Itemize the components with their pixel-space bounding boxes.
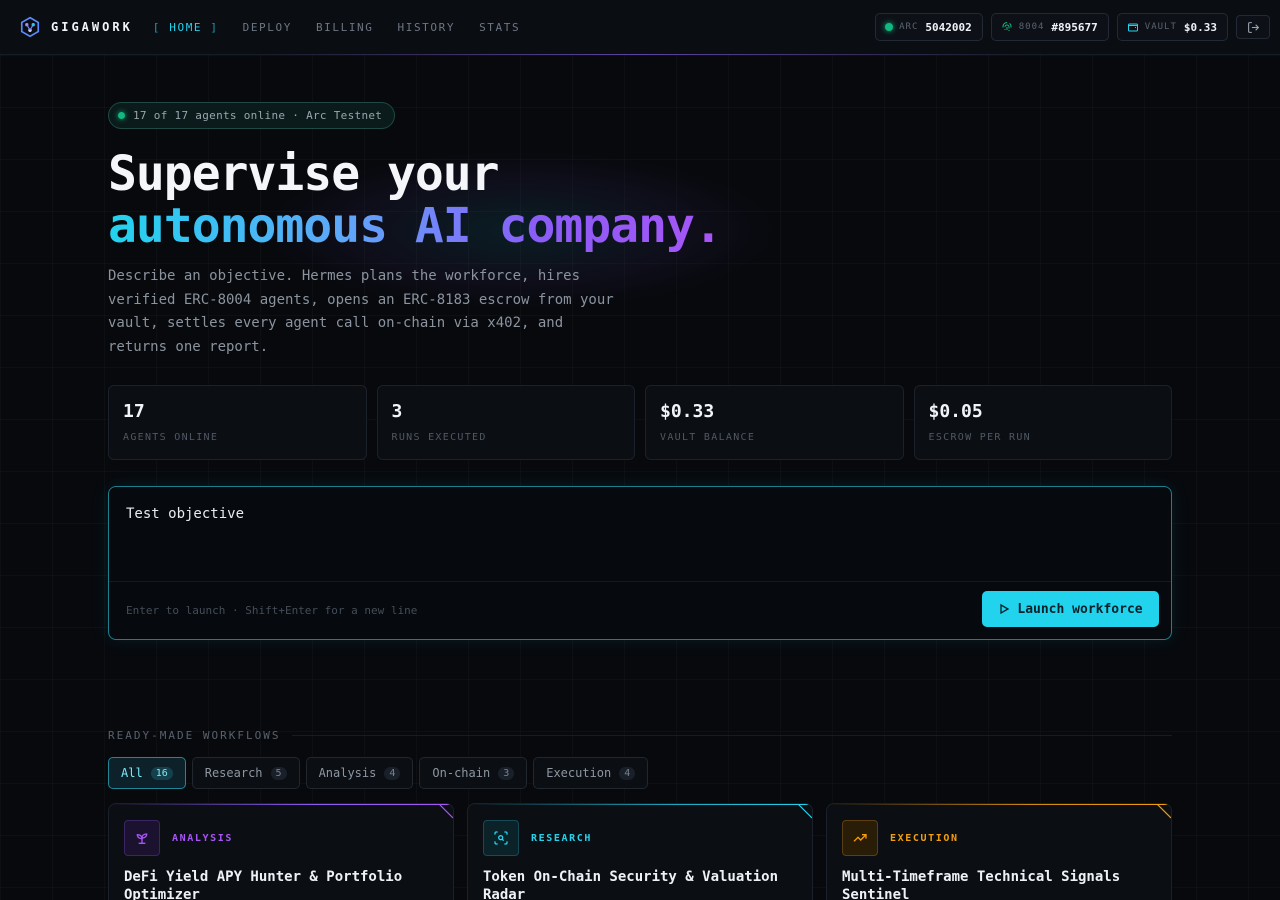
card-category: RESEARCH — [531, 832, 592, 844]
main-nav: [ HOME ] DEPLOY BILLING HISTORY STATS — [153, 21, 544, 34]
brand[interactable]: GIGAWORK — [19, 16, 133, 38]
filter-research[interactable]: Research 5 — [191, 757, 300, 789]
online-dot-icon — [118, 112, 125, 119]
filter-on-chain[interactable]: On-chain 3 — [419, 757, 528, 789]
stats-row: 17 AGENTS ONLINE 3 RUNS EXECUTED $0.33 V… — [108, 385, 1172, 460]
play-icon — [1000, 603, 1010, 615]
arc-block-value: 5042002 — [925, 20, 972, 34]
logout-icon — [1247, 21, 1259, 33]
workflow-cards: ANALYSIS DeFi Yield APY Hunter & Portfol… — [108, 803, 1172, 900]
card-category: EXECUTION — [890, 832, 959, 844]
logout-button[interactable] — [1236, 15, 1270, 39]
filter-analysis[interactable]: Analysis 4 — [305, 757, 414, 789]
objective-composer: Enter to launch · Shift+Enter for a new … — [108, 486, 1172, 640]
erc-identity-pill[interactable]: 8004 #895677 — [990, 13, 1109, 41]
sprout-icon — [136, 833, 148, 844]
fingerprint-icon — [1002, 22, 1012, 31]
filter-count: 3 — [498, 766, 515, 780]
launch-workforce-button[interactable]: Launch workforce — [982, 591, 1159, 627]
top-nav: GIGAWORK [ HOME ] DEPLOY BILLING HISTORY… — [0, 0, 1280, 55]
composer-divider — [109, 581, 1171, 582]
objective-input[interactable] — [109, 487, 1171, 581]
workflow-filters: All 16 Research 5 Analysis 4 On-chain 3 … — [108, 757, 649, 789]
composer-hint: Enter to launch · Shift+Enter for a new … — [126, 604, 418, 617]
nav-billing[interactable]: BILLING — [316, 21, 374, 34]
erc-identity-value: #895677 — [1051, 20, 1098, 34]
header-status: ARC 5042002 8004 #895677 VAULT $0.33 — [867, 13, 1270, 41]
nav-stats[interactable]: STATS — [479, 21, 520, 34]
brand-name: GIGAWORK — [51, 20, 133, 34]
card-title: Token On-Chain Security & Valuation Rada… — [483, 869, 779, 900]
online-dot-icon — [885, 23, 894, 31]
arc-block-pill[interactable]: ARC 5042002 — [875, 13, 983, 41]
vault-value: $0.33 — [1183, 20, 1217, 34]
stat-agents-online: 17 AGENTS ONLINE — [108, 385, 367, 460]
filter-count: 4 — [384, 766, 401, 780]
filter-count: 4 — [619, 766, 636, 780]
stat-runs-executed: 3 RUNS EXECUTED — [376, 385, 635, 460]
nav-deploy[interactable]: DEPLOY — [243, 21, 292, 34]
workflow-card-defi-yield[interactable]: ANALYSIS DeFi Yield APY Hunter & Portfol… — [108, 803, 454, 900]
nav-home[interactable]: [ HOME ] — [153, 21, 219, 34]
card-title: Multi-Timeframe Technical Signals Sentin… — [842, 869, 1121, 900]
hexagon-logo-icon — [20, 16, 40, 38]
heading-rule — [292, 735, 1172, 736]
wallet-icon — [1127, 23, 1138, 32]
agents-status-chip: 17 of 17 agents online · Arc Testnet — [108, 102, 396, 129]
stat-vault-balance: $0.33 VAULT BALANCE — [645, 385, 904, 460]
workflow-card-token-security[interactable]: RESEARCH Token On-Chain Security & Valua… — [467, 803, 813, 900]
stat-escrow-per-run: $0.05 ESCROW PER RUN — [913, 385, 1172, 460]
workflows-heading: READY-MADE WORKFLOWS — [108, 729, 1172, 742]
nav-history[interactable]: HISTORY — [398, 21, 456, 34]
filter-execution[interactable]: Execution 4 — [533, 757, 649, 789]
page-title: Supervise your autonomous AI company. — [108, 146, 723, 254]
hero-description: Describe an objective. Hermes plans the … — [108, 268, 614, 356]
scan-search-icon — [494, 831, 508, 845]
trending-up-icon — [853, 834, 867, 842]
filter-all[interactable]: All 16 — [108, 757, 186, 789]
vault-pill[interactable]: VAULT $0.33 — [1116, 13, 1228, 41]
workflow-card-technical-signals[interactable]: EXECUTION Multi-Timeframe Technical Sign… — [826, 803, 1172, 900]
card-category: ANALYSIS — [172, 832, 233, 844]
filter-count: 5 — [270, 766, 287, 780]
filter-count: 16 — [150, 766, 173, 780]
card-title: DeFi Yield APY Hunter & Portfolio Optimi… — [124, 869, 403, 900]
